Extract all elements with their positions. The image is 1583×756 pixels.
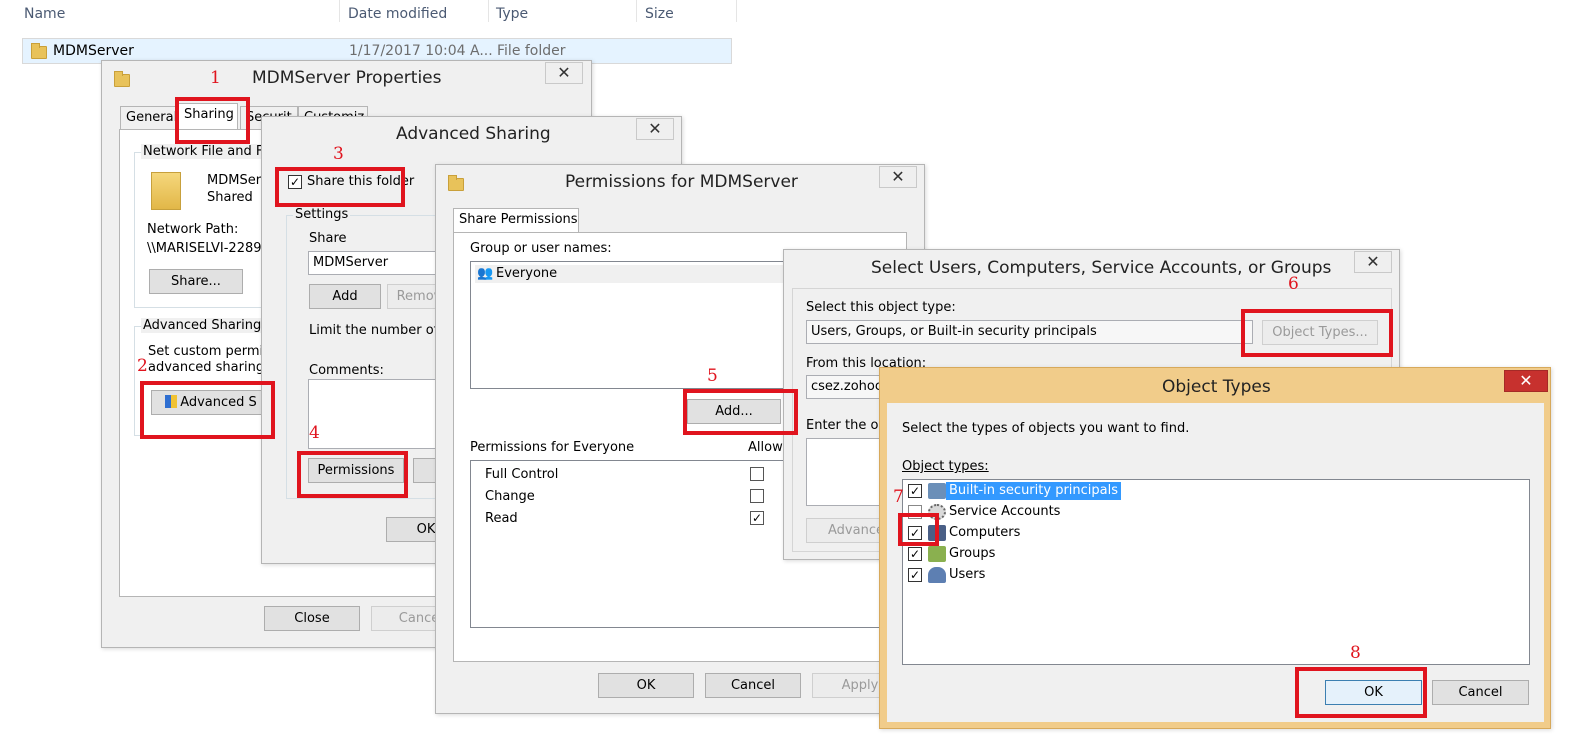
dialog-title: Object Types <box>1162 377 1271 397</box>
close-button[interactable]: Close <box>264 606 360 631</box>
ok-button[interactable]: OK <box>598 673 694 698</box>
column-divider <box>736 0 737 22</box>
limit-users-label: Limit the number of si <box>309 323 453 338</box>
dialog-body: Select the types of objects you want to … <box>887 403 1544 722</box>
object-type-checkbox[interactable]: ✓ <box>908 547 922 561</box>
cancel-button[interactable]: Cancel <box>705 673 801 698</box>
object-types-dialog: Object Types ✕ Select the types of objec… <box>879 367 1551 729</box>
tab-share-permissions[interactable]: Share Permissions <box>453 208 579 235</box>
advanced-sharing-label: Advanced S <box>180 395 257 410</box>
allow-checkbox[interactable] <box>750 467 764 481</box>
step-number: 5 <box>707 366 718 386</box>
dialog-title: Select Users, Computers, Service Account… <box>871 258 1332 278</box>
folder-icon <box>31 43 47 59</box>
step-number: 4 <box>309 423 320 443</box>
folder-icon <box>448 175 464 191</box>
permission-name: Full Control <box>485 467 559 482</box>
group-label: Network File and Fo <box>141 144 273 159</box>
object-types-list: ✓ Built-in security principals Service A… <box>902 479 1530 665</box>
share-name-label: Share <box>309 231 347 246</box>
user-icon <box>928 567 946 583</box>
allow-header: Allow <box>748 440 783 455</box>
advanced-sharing-button[interactable]: Advanced S <box>151 390 271 415</box>
column-divider <box>339 0 340 22</box>
object-types-label: Object types: <box>902 459 989 474</box>
permission-name: Read <box>485 511 518 526</box>
ok-button[interactable]: OK <box>1325 680 1422 705</box>
column-date-modified[interactable]: Date modified <box>348 6 447 22</box>
group-label: Settings <box>293 207 351 222</box>
object-type-item[interactable]: Users <box>949 567 985 582</box>
user-name: Everyone <box>496 266 558 281</box>
object-type-field: Users, Groups, or Built-in security prin… <box>806 320 1253 344</box>
step-number: 8 <box>1350 643 1361 663</box>
advanced-desc-line2: advanced sharing o <box>148 360 277 375</box>
group-label: Advanced Sharing <box>141 318 264 333</box>
service-accounts-icon <box>928 504 946 520</box>
network-path-label: Network Path: <box>147 222 239 237</box>
file-date: 1/17/2017 10:04 A... <box>349 43 493 59</box>
folder-icon <box>114 71 130 87</box>
folder-name: MDMSer <box>207 173 262 188</box>
close-icon[interactable]: ✕ <box>636 118 674 140</box>
shared-folder-icon <box>151 172 181 210</box>
allow-checkbox[interactable] <box>750 489 764 503</box>
permissions-for-label: Permissions for Everyone <box>470 440 635 455</box>
add-user-button[interactable]: Add... <box>687 399 781 424</box>
step-number: 7 <box>893 487 904 507</box>
file-type: File folder <box>497 43 566 59</box>
share-this-folder-checkbox[interactable]: ✓ <box>288 175 302 189</box>
object-type-checkbox[interactable] <box>908 505 922 519</box>
computer-icon <box>928 525 946 541</box>
share-button[interactable]: Share... <box>149 269 243 294</box>
close-icon[interactable]: ✕ <box>879 166 917 188</box>
object-type-item[interactable]: Computers <box>949 525 1020 540</box>
share-this-folder-label: Share this folder <box>307 174 415 189</box>
shared-status: Shared <box>207 190 253 205</box>
column-type[interactable]: Type <box>496 6 528 22</box>
object-type-checkbox[interactable]: ✓ <box>908 526 922 540</box>
users-group-icon: 👥 <box>477 266 494 281</box>
dialog-title: Advanced Sharing <box>396 124 551 144</box>
dialog-title: MDMServer Properties <box>252 68 442 88</box>
group-names-label: Group or user names: <box>470 241 612 256</box>
step-number: 2 <box>137 356 148 376</box>
enter-names-label: Enter the obj <box>806 418 891 433</box>
file-name: MDMServer <box>53 43 134 59</box>
uac-shield-icon <box>165 395 178 408</box>
allow-checkbox[interactable]: ✓ <box>750 511 764 525</box>
object-type-checkbox[interactable]: ✓ <box>908 568 922 582</box>
step-number: 6 <box>1288 274 1299 294</box>
groups-icon <box>928 546 946 562</box>
cancel-button[interactable]: Cancel <box>1432 680 1529 705</box>
step-number: 1 <box>210 68 221 88</box>
object-type-item[interactable]: Service Accounts <box>949 504 1060 519</box>
add-share-button[interactable]: Add <box>309 284 381 309</box>
tab-general[interactable]: General <box>120 106 176 130</box>
description-text: Select the types of objects you want to … <box>902 421 1190 436</box>
security-principals-icon <box>928 483 946 499</box>
close-icon[interactable]: ✕ <box>1354 251 1392 273</box>
permissions-button[interactable]: Permissions <box>308 458 404 483</box>
object-type-label: Select this object type: <box>806 300 956 315</box>
close-icon[interactable]: ✕ <box>1504 370 1548 392</box>
permission-name: Change <box>485 489 535 504</box>
column-divider <box>488 0 489 22</box>
close-icon[interactable]: ✕ <box>545 62 583 84</box>
dialog-title: Permissions for MDMServer <box>565 172 798 192</box>
comments-label: Comments: <box>309 363 384 378</box>
network-path-value: \\MARISELVI-2289\ <box>147 241 266 256</box>
column-name[interactable]: Name <box>24 6 65 22</box>
tab-sharing[interactable]: Sharing <box>178 103 238 130</box>
object-types-button[interactable]: Object Types... <box>1262 320 1378 345</box>
step-number: 3 <box>333 144 344 164</box>
object-type-item[interactable]: Groups <box>949 546 995 561</box>
object-type-checkbox[interactable]: ✓ <box>908 484 922 498</box>
advanced-desc-line1: Set custom permiss <box>148 344 277 359</box>
column-divider <box>636 0 637 22</box>
column-size[interactable]: Size <box>645 6 674 22</box>
object-type-item[interactable]: Built-in security principals <box>946 482 1121 500</box>
